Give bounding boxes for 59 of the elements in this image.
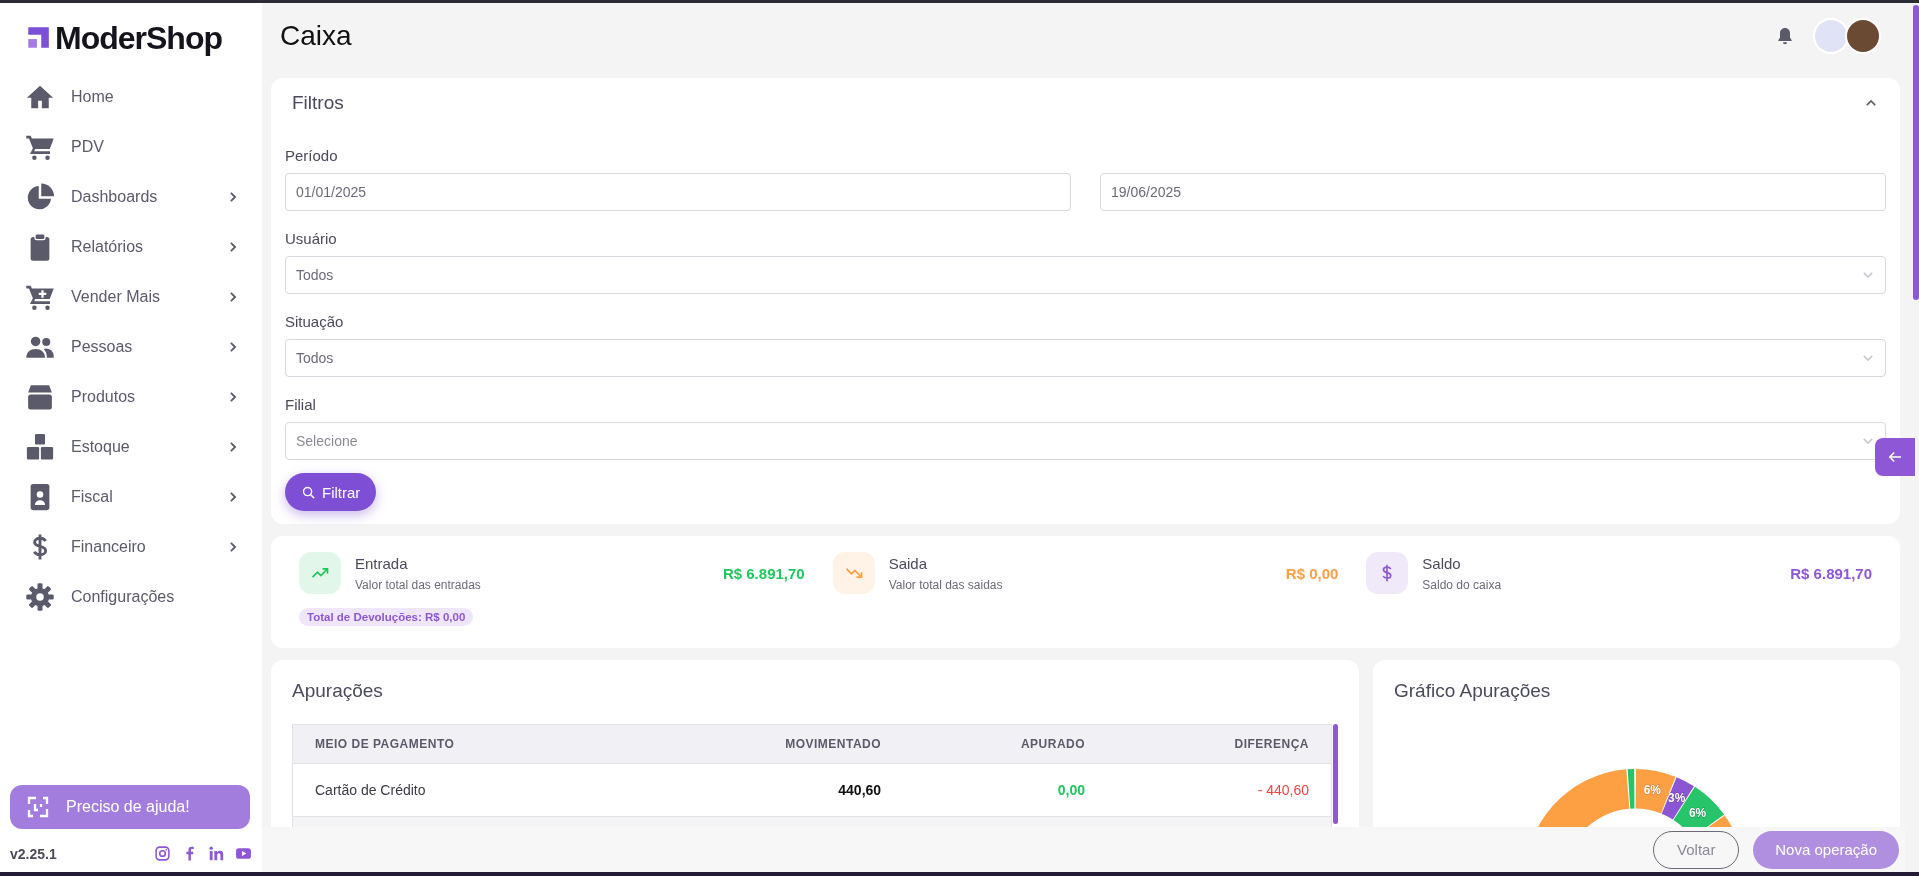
stat-subtitle: Valor total das entradas (355, 577, 482, 592)
filters-title: Filtros (292, 92, 344, 114)
stat-subtitle: Valor total das saidas (888, 577, 1004, 592)
sidebar-item[interactable]: Financeiro (0, 522, 262, 572)
select-field[interactable]: Todos (285, 339, 1886, 377)
field-label: Filial (285, 396, 317, 413)
card-title: Apurações (292, 680, 384, 702)
date-field[interactable]: 01/01/2025 (285, 173, 1071, 211)
settings-icon (25, 582, 55, 612)
stat-value: R$ 6.891,70 (722, 564, 805, 582)
stat-subtitle: Saldo do caixa (1422, 577, 1503, 592)
logo-icon (25, 25, 51, 51)
select-field[interactable]: Todos (285, 256, 1886, 294)
date-field[interactable]: 19/06/2025 (1100, 173, 1886, 211)
sidebar-item[interactable]: Fiscal (0, 472, 262, 522)
column-header: MEIO DE PAGAMENTO (292, 724, 640, 764)
column-header: MOVIMENTADO (639, 724, 904, 764)
sidebar-item[interactable]: PDV (0, 122, 262, 172)
card-title: Gráfico Apurações (1394, 680, 1552, 702)
sidebar-item[interactable]: Configurações (0, 572, 262, 622)
stat-title: Entrada (355, 554, 409, 572)
field-label: Usuário (285, 230, 338, 247)
user-avatar[interactable] (1845, 18, 1881, 54)
page-title: Caixa (280, 20, 352, 52)
sidebar-item[interactable]: Relatórios (0, 222, 262, 272)
stat-value: R$ 6.891,70 (1790, 564, 1872, 582)
youtube-icon[interactable] (235, 845, 252, 862)
sidebar-item[interactable]: Home (0, 72, 262, 122)
sidebar-item[interactable]: Vender Mais (0, 272, 262, 322)
stat-value: R$ 0,00 (1285, 564, 1339, 582)
instagram-icon[interactable] (154, 845, 171, 862)
sidebar-item[interactable]: Estoque (0, 422, 262, 472)
field-label: Situação (285, 313, 345, 330)
slice-label: 6% (1643, 782, 1661, 797)
slice-label: 3% (1668, 791, 1686, 806)
boxes-icon (25, 432, 55, 462)
pie-chart-icon (25, 182, 55, 212)
sidebar-item[interactable]: Produtos (0, 372, 262, 422)
select-field[interactable]: Selecione (285, 422, 1886, 460)
brand-name: ModerShop (55, 19, 222, 57)
sidebar-item[interactable]: Dashboards (0, 172, 262, 222)
chat-icon (26, 795, 50, 819)
version-text: v2.25.1 (10, 845, 57, 862)
bell-icon[interactable] (1775, 26, 1795, 46)
sidebar-item[interactable]: Pessoas (0, 322, 262, 372)
search-icon (301, 484, 316, 500)
box-icon (25, 382, 55, 412)
column-header: DIFERENÇA (1107, 724, 1332, 764)
scrollbar[interactable] (1333, 724, 1338, 824)
returns-badge: Total de Devoluções: R$ 0,00 (299, 608, 474, 626)
scrollbar[interactable] (1913, 5, 1919, 300)
slice-label: 6% (1688, 805, 1707, 820)
column-header: APURADO (903, 724, 1108, 764)
stat-title: Saida (888, 554, 929, 572)
field-label: Período (285, 147, 339, 164)
linkedin-icon[interactable] (208, 845, 225, 862)
filter-button[interactable]: Filtrar (285, 473, 377, 511)
collapse-tab-button[interactable] (1875, 438, 1915, 476)
stat-title: Saldo (1422, 554, 1462, 572)
